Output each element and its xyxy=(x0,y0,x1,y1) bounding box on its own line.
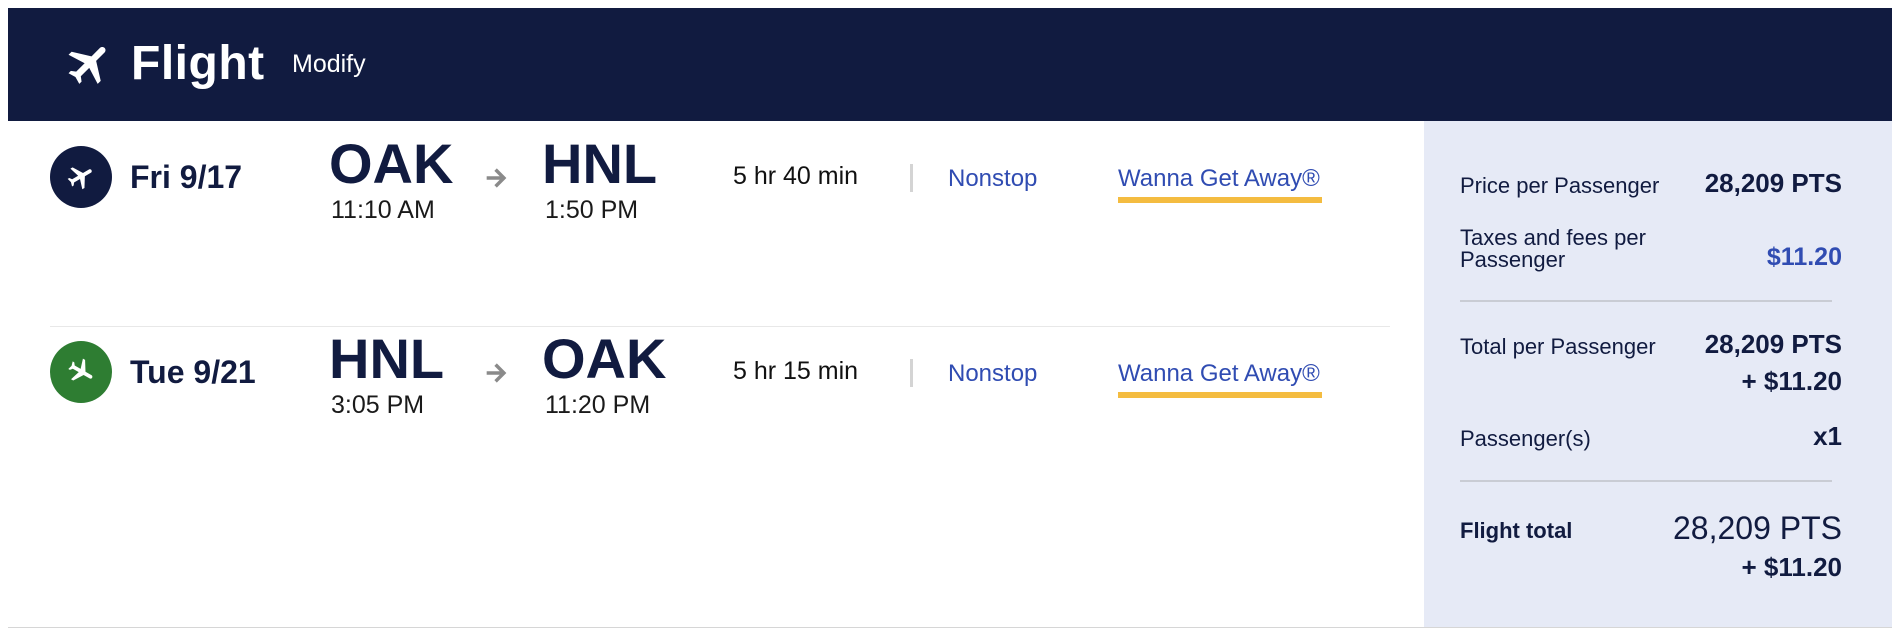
divider xyxy=(910,164,913,192)
return-badge xyxy=(50,341,112,403)
flight-date: Tue 9/21 xyxy=(130,354,256,390)
airplane-takeoff-icon xyxy=(67,167,92,190)
taxes-value: $11.20 xyxy=(1766,243,1842,271)
summary-divider xyxy=(1460,300,1832,302)
airplane-landing-icon xyxy=(68,358,93,381)
passengers-label: Passenger(s) xyxy=(1460,426,1591,451)
taxes-label-line1: Taxes and fees per xyxy=(1460,225,1646,250)
arrow-right-icon xyxy=(486,363,507,383)
fare-underline xyxy=(1118,392,1322,398)
departure-time: 11:10 AM xyxy=(331,196,435,224)
destination-code: OAK xyxy=(542,327,667,390)
flight-date: Fri 9/17 xyxy=(130,159,243,195)
taxes-label-line2: Passenger xyxy=(1460,247,1566,272)
passengers-value: x1 xyxy=(1813,421,1842,451)
flight-header: Flight Modify xyxy=(8,8,1892,121)
row-divider xyxy=(50,326,1390,327)
flight-row-outbound: Fri 9/17 OAK 11:10 AM HNL 1:50 PM 5 hr 4… xyxy=(8,132,1424,286)
total-per-passenger-cash: + $11.20 xyxy=(1741,366,1843,396)
stops-link[interactable]: Nonstop xyxy=(948,359,1037,389)
arrival-time: 1:50 PM xyxy=(545,196,639,224)
flight-card: Flight Modify Fri 9/17 OAK 11:10 AM HNL … xyxy=(8,8,1892,628)
airplane-icon xyxy=(68,46,106,84)
total-per-passenger-points: 28,209 PTS xyxy=(1704,329,1842,359)
price-per-passenger-value: 28,209 PTS xyxy=(1704,168,1842,198)
origin-code: HNL xyxy=(329,327,445,390)
total-per-passenger-label: Total per Passenger xyxy=(1460,334,1656,359)
destination-code: HNL xyxy=(542,132,658,195)
arrow-right-icon xyxy=(486,168,507,188)
flight-duration: 5 hr 40 min xyxy=(733,162,859,190)
stops-link[interactable]: Nonstop xyxy=(948,164,1037,194)
arrival-time: 11:20 PM xyxy=(545,391,651,419)
fare-type-link[interactable]: Wanna Get Away® xyxy=(1118,359,1320,389)
fare-type-link[interactable]: Wanna Get Away® xyxy=(1118,164,1320,194)
flight-duration: 5 hr 15 min xyxy=(733,357,859,385)
fare-underline xyxy=(1118,197,1322,203)
departure-badge xyxy=(50,146,112,208)
flight-total-points: 28,209 PTS xyxy=(1673,510,1842,546)
origin-code: OAK xyxy=(329,132,454,195)
modify-link[interactable]: Modify xyxy=(292,48,366,80)
departure-time: 3:05 PM xyxy=(331,391,425,419)
page-title: Flight xyxy=(131,37,265,90)
price-per-passenger-label: Price per Passenger xyxy=(1460,173,1660,198)
flight-row-return: Tue 9/21 HNL 3:05 PM OAK 11:20 PM 5 hr 1… xyxy=(8,327,1424,481)
flight-total-cash: + $11.20 xyxy=(1741,552,1843,582)
divider xyxy=(910,359,913,387)
flight-total-label: Flight total xyxy=(1460,518,1573,543)
summary-divider xyxy=(1460,480,1832,482)
